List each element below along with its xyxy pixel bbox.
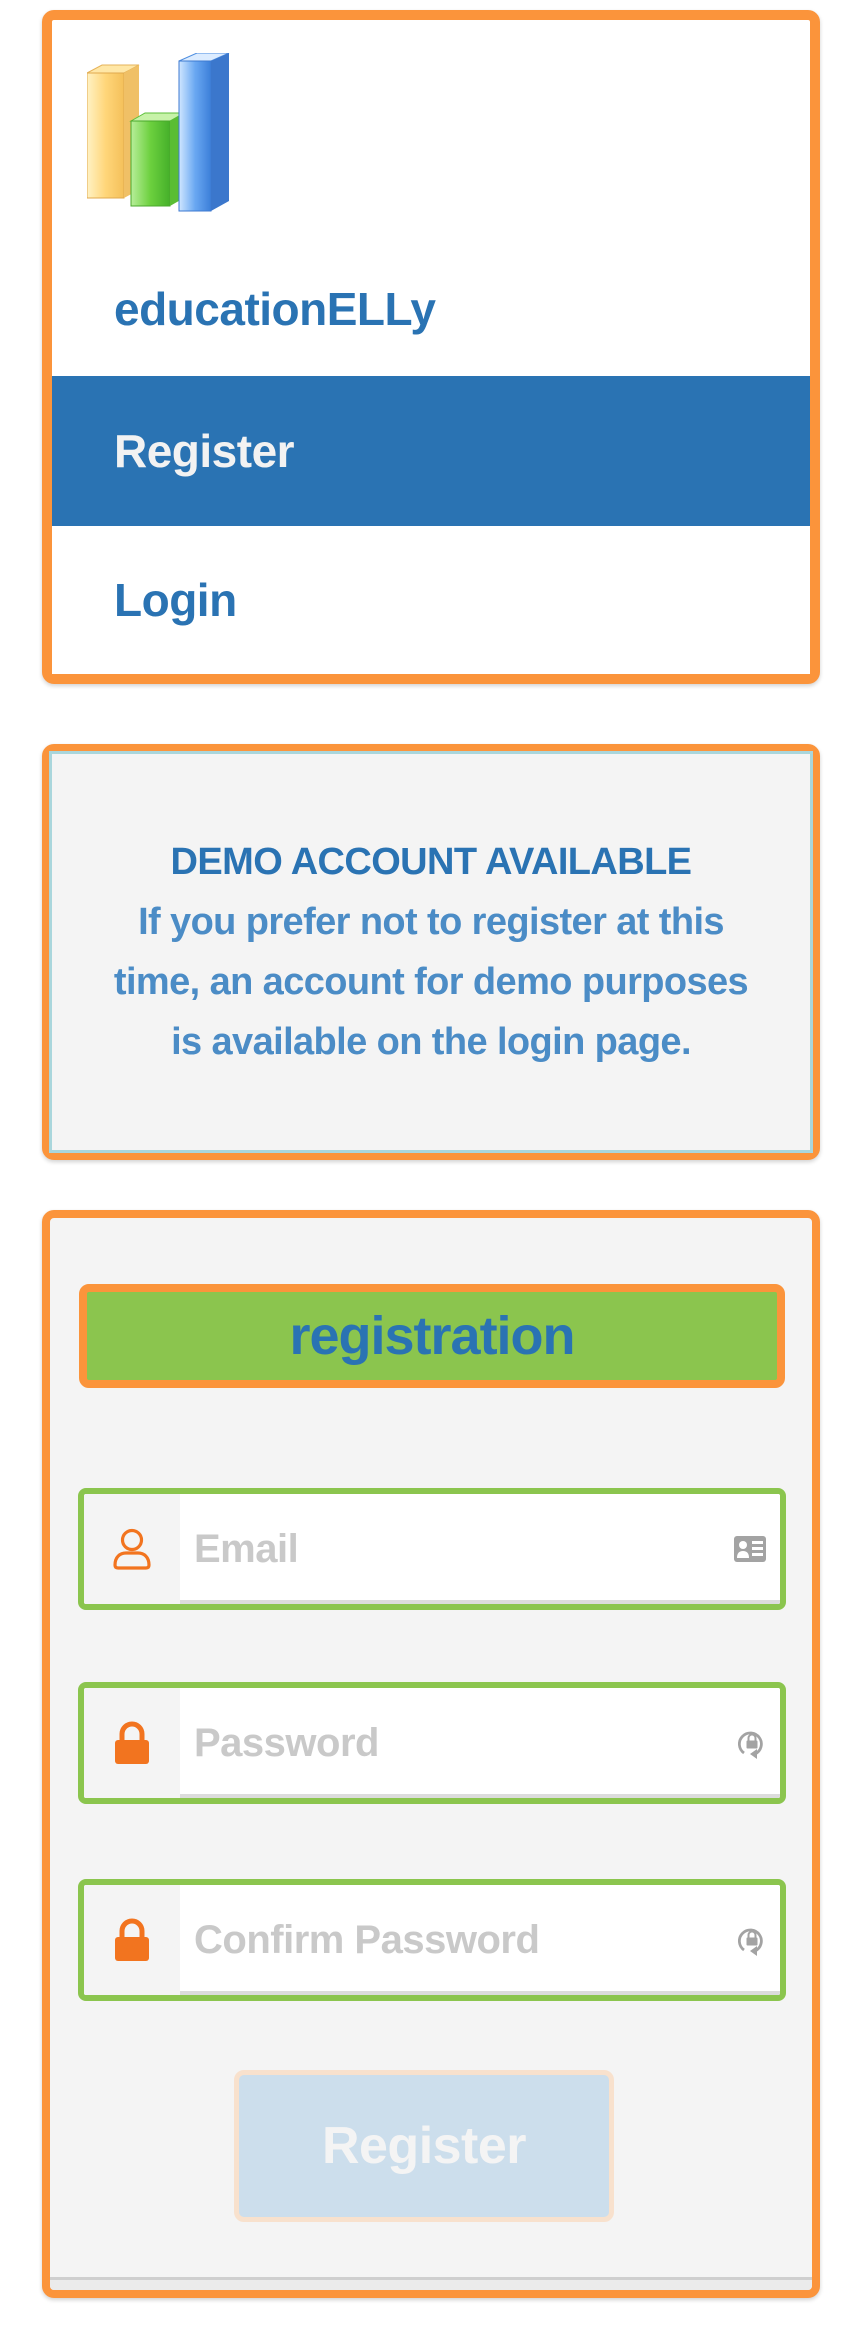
email-trailing xyxy=(734,1536,766,1562)
id-card-icon xyxy=(734,1536,766,1562)
email-addon xyxy=(84,1494,180,1604)
confirm-password-trailing xyxy=(738,1924,766,1956)
registration-title: registration xyxy=(289,1306,575,1366)
email-field xyxy=(78,1488,786,1610)
password-trailing xyxy=(738,1727,766,1759)
demo-account-notice: DEMO ACCOUNT AVAILABLE If you prefer not… xyxy=(42,744,820,1160)
register-button[interactable]: Register xyxy=(234,2070,614,2222)
nav-item-login[interactable]: Login xyxy=(52,526,810,674)
email-input[interactable] xyxy=(180,1494,780,1604)
demo-notice-content: DEMO ACCOUNT AVAILABLE If you prefer not… xyxy=(49,751,813,1153)
registration-header: registration xyxy=(79,1284,785,1388)
confirm-password-input[interactable] xyxy=(180,1885,780,1995)
form-footer xyxy=(50,2280,812,2290)
nav-panel: educationELLy Register Login xyxy=(42,10,820,684)
nav-item-register[interactable]: Register xyxy=(52,376,810,526)
lock-icon xyxy=(115,1918,149,1961)
demo-body: If you prefer not to register at this ti… xyxy=(113,901,749,1063)
password-field xyxy=(78,1682,786,1804)
brand-link[interactable]: educationELLy xyxy=(114,282,436,336)
nav-item-login-label: Login xyxy=(114,574,237,626)
lock-reset-icon xyxy=(738,1731,763,1759)
confirm-password-addon xyxy=(84,1885,180,1995)
registration-form: registration Email Register xyxy=(42,1210,820,2298)
lock-icon xyxy=(115,1721,149,1764)
password-input[interactable] xyxy=(180,1688,780,1798)
bar-chart-logo-icon[interactable] xyxy=(87,53,237,215)
lock-reset-icon xyxy=(738,1928,763,1956)
nav-item-register-label: Register xyxy=(114,425,295,477)
confirm-password-field xyxy=(78,1879,786,2001)
user-icon xyxy=(113,1528,151,1570)
demo-title: DEMO ACCOUNT AVAILABLE xyxy=(170,841,692,883)
password-addon xyxy=(84,1688,180,1798)
